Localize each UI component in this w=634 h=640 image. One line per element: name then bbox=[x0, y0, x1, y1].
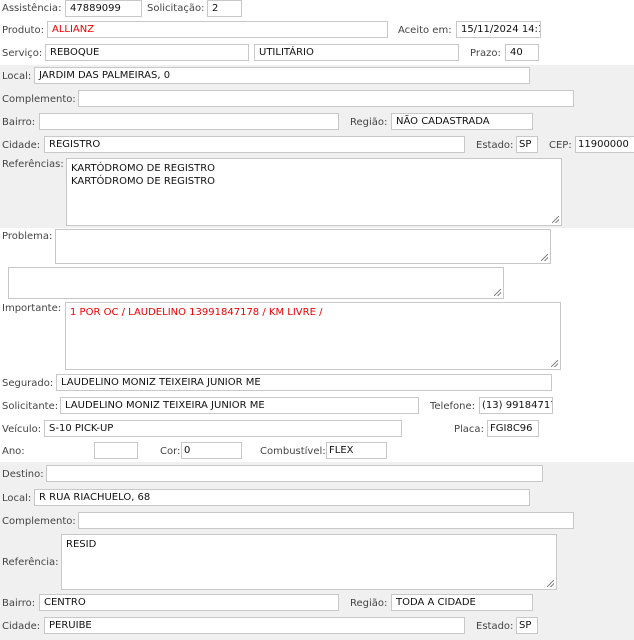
cor-field[interactable]: 0 bbox=[181, 442, 242, 459]
problema-detail-textarea[interactable] bbox=[8, 267, 504, 299]
destino-bairro-field[interactable]: CENTRO bbox=[39, 594, 339, 611]
importante-label: Importante: bbox=[2, 303, 62, 314]
destino-regiao-field[interactable]: TODA A CIDADE bbox=[391, 594, 533, 611]
assistencia-field[interactable]: 47889099 bbox=[65, 0, 142, 17]
segurado-label: Segurado: bbox=[2, 378, 54, 389]
solicitacao-field[interactable]: 2 bbox=[207, 0, 242, 17]
cidade-field[interactable]: REGISTRO bbox=[44, 136, 465, 153]
destino-label: Destino: bbox=[2, 469, 44, 480]
assistencia-label: Assistência: bbox=[2, 3, 62, 14]
destino-complemento-label: Complemento: bbox=[2, 516, 76, 527]
combustivel-label: Combustível: bbox=[260, 446, 326, 457]
destino-complemento-field[interactable] bbox=[78, 512, 574, 529]
telefone-field[interactable]: (13) 991847178 bbox=[479, 397, 553, 414]
destino-field[interactable] bbox=[46, 465, 543, 482]
bairro-label: Bairro: bbox=[2, 117, 36, 128]
regiao-label: Região: bbox=[350, 117, 388, 128]
placa-label: Placa: bbox=[454, 424, 484, 435]
estado-label: Estado: bbox=[476, 140, 514, 151]
destino-bairro-label: Bairro: bbox=[2, 598, 36, 609]
cep-field[interactable]: 11900000 bbox=[575, 136, 634, 153]
segurado-field[interactable]: LAUDELINO MONIZ TEIXEIRA JUNIOR ME bbox=[56, 374, 552, 391]
servico-tipo-field[interactable]: UTILITÁRIO bbox=[254, 44, 459, 61]
destino-local-field[interactable]: R RUA RIACHUELO, 68 bbox=[34, 489, 530, 506]
destino-referencia-label: Referência: bbox=[2, 557, 59, 568]
solicitante-label: Solicitante: bbox=[2, 401, 59, 412]
servico-label: Serviço: bbox=[2, 48, 43, 59]
destino-local-label: Local: bbox=[2, 493, 32, 504]
prazo-label: Prazo: bbox=[470, 48, 501, 59]
referencias-textarea[interactable]: KARTÓDROMO DE REGISTRO KARTÓDROMO DE REG… bbox=[66, 158, 562, 226]
telefone-label: Telefone: bbox=[430, 401, 475, 412]
problema-label: Problema: bbox=[2, 231, 53, 242]
aceito-field[interactable]: 15/11/2024 14:13 bbox=[456, 21, 541, 38]
problema-textarea[interactable] bbox=[55, 229, 551, 264]
produto-label: Produto: bbox=[2, 25, 44, 36]
destino-cidade-field[interactable]: PERUIBE bbox=[44, 617, 465, 634]
prazo-field[interactable]: 40 bbox=[505, 44, 539, 61]
destino-estado-label: Estado: bbox=[476, 621, 514, 632]
estado-field[interactable]: SP bbox=[516, 136, 538, 153]
aceito-label: Aceito em: bbox=[398, 25, 452, 36]
produto-field[interactable]: ALLIANZ bbox=[47, 21, 388, 38]
solicitacao-label: Solicitação: bbox=[147, 3, 205, 14]
destino-cidade-label: Cidade: bbox=[2, 621, 41, 632]
complemento-label: Complemento: bbox=[2, 94, 76, 105]
veiculo-field[interactable]: S-10 PICK-UP bbox=[44, 420, 402, 437]
destino-estado-field[interactable]: SP bbox=[516, 617, 538, 634]
servico-field[interactable]: REBOQUE bbox=[45, 44, 249, 61]
solicitante-field[interactable]: LAUDELINO MONIZ TEIXEIRA JUNIOR ME bbox=[60, 397, 419, 414]
local-label: Local: bbox=[2, 71, 32, 82]
importante-textarea[interactable]: 1 POR OC / LAUDELINO 13991847178 / KM LI… bbox=[65, 302, 561, 370]
combustivel-field[interactable]: FLEX bbox=[326, 442, 387, 459]
complemento-field[interactable] bbox=[78, 90, 574, 107]
cidade-label: Cidade: bbox=[2, 140, 41, 151]
local-field[interactable]: JARDIM DAS PALMEIRAS, 0 bbox=[34, 67, 530, 84]
ano-label: Ano: bbox=[2, 446, 25, 457]
veiculo-label: Veículo: bbox=[2, 424, 42, 435]
cor-label: Cor: bbox=[160, 446, 181, 457]
ano-field[interactable] bbox=[94, 442, 138, 459]
bairro-field[interactable] bbox=[39, 113, 339, 130]
regiao-field[interactable]: NÃO CADASTRADA bbox=[391, 113, 533, 130]
destino-regiao-label: Região: bbox=[350, 598, 388, 609]
cep-label: CEP: bbox=[549, 140, 572, 151]
destino-referencia-textarea[interactable]: RESID bbox=[61, 534, 557, 590]
placa-field[interactable]: FGI8C96 bbox=[487, 420, 539, 437]
referencias-label: Referências: bbox=[2, 159, 64, 170]
